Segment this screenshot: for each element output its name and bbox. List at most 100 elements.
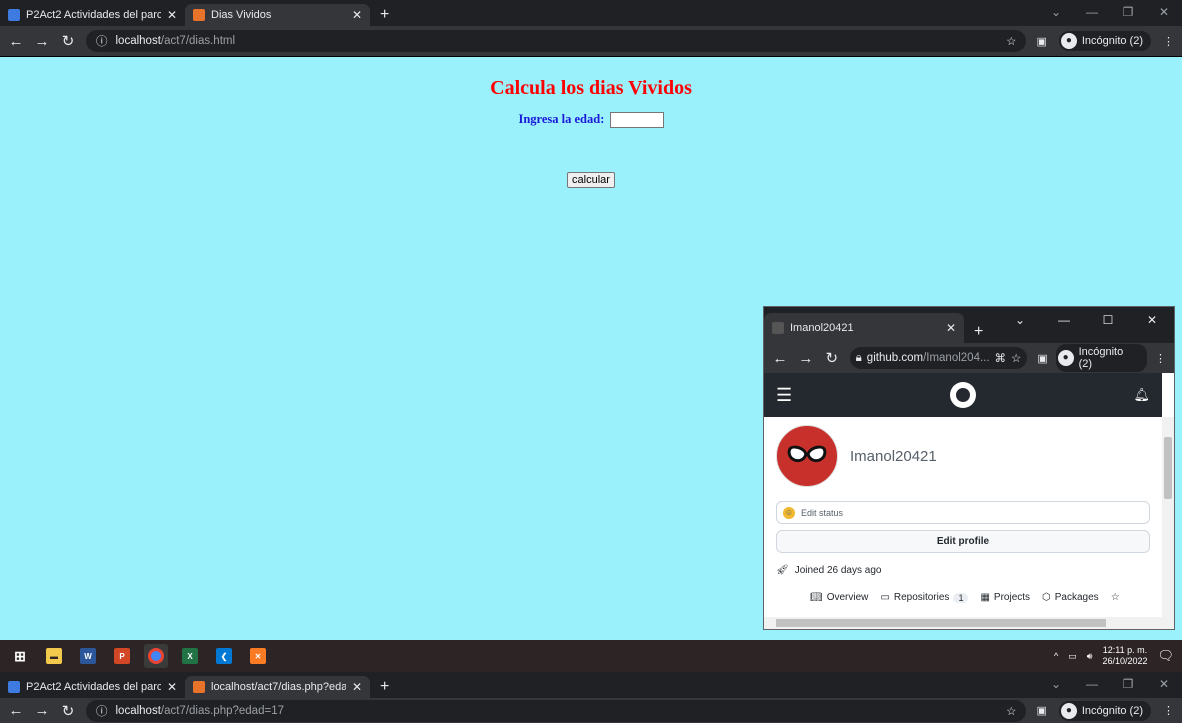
- forward-icon[interactable]: →: [34, 33, 50, 50]
- tab-overview[interactable]: 📖︎ Overview: [810, 592, 868, 603]
- close-tab-icon[interactable]: ✕: [352, 680, 362, 694]
- close-tab-icon[interactable]: ✕: [167, 8, 177, 22]
- reload-icon[interactable]: ↻: [824, 349, 840, 367]
- smiley-icon: ☺: [783, 506, 795, 519]
- translate-icon[interactable]: ⌘: [995, 351, 1007, 365]
- tab-title: Imanol20421: [790, 322, 854, 334]
- clock[interactable]: 12:11 p. m. 26/10/2022: [1102, 645, 1147, 667]
- tab-title: P2Act2 Actividades del parcial 7...: [26, 9, 161, 21]
- incognito-profile[interactable]: ● Incógnito (2): [1055, 344, 1148, 372]
- minimize-icon[interactable]: —: [1074, 0, 1110, 26]
- side-panel-icon[interactable]: ▣: [1036, 35, 1046, 48]
- incognito-icon: ●: [1057, 350, 1074, 366]
- close-tab-icon[interactable]: ✕: [946, 321, 956, 335]
- age-input[interactable]: [609, 112, 664, 129]
- maximize-icon[interactable]: ☐: [1086, 307, 1130, 333]
- popup-toolbar: ← → ↻ 🔒︎ github.com/Imanol204... ⌘ ☆ ▣ ●…: [764, 343, 1174, 373]
- menu-icon[interactable]: ⋮: [1163, 35, 1174, 48]
- tab-search-icon[interactable]: ⌄: [1038, 0, 1074, 26]
- minimize-icon[interactable]: —: [1074, 672, 1110, 698]
- close-tab-icon[interactable]: ✕: [167, 680, 177, 694]
- reload-icon[interactable]: ↻: [60, 32, 76, 50]
- forward-icon[interactable]: →: [34, 702, 50, 719]
- close-window-icon[interactable]: ✕: [1130, 307, 1174, 333]
- bookmark-star-icon[interactable]: ☆: [1011, 351, 1021, 365]
- chevron-up-icon[interactable]: ^: [1054, 651, 1058, 661]
- age-label: Ingresa la edad:: [518, 112, 605, 126]
- package-icon: ⬡: [1042, 592, 1051, 603]
- word-icon[interactable]: W: [76, 644, 100, 668]
- address-bar[interactable]: ⓘ localhost/act7/dias.php?edad=17 ☆: [86, 699, 1027, 722]
- github-popup-window: Imanol20421 ✕ + ⌄ — ☐ ✕ ← → ↻ 🔒︎ github.…: [763, 306, 1175, 630]
- url-path: /act7/dias.php?edad=17: [160, 704, 284, 717]
- close-window-icon[interactable]: ✕: [1146, 0, 1182, 26]
- back-icon[interactable]: ←: [8, 702, 24, 719]
- horizontal-scrollbar[interactable]: [764, 617, 1174, 629]
- main-toolbar: ← → ↻ ⓘ localhost/act7/dias.html ☆ ▣ ● In…: [0, 26, 1182, 56]
- tab-label: Projects: [993, 592, 1031, 603]
- new-tab-icon[interactable]: +: [370, 4, 399, 26]
- tab-projects[interactable]: ▦ Projects: [980, 592, 1030, 603]
- github-header: ☰ 🔔︎: [764, 373, 1162, 417]
- clock-time: 12:11 p. m.: [1102, 645, 1148, 655]
- classroom-favicon-icon: [8, 681, 20, 693]
- tab-packages[interactable]: ⬡ Packages: [1042, 592, 1099, 603]
- incognito-profile[interactable]: ● Incógnito (2): [1058, 31, 1151, 51]
- side-panel-icon[interactable]: ▣: [1037, 352, 1047, 365]
- powerpoint-icon[interactable]: P: [110, 644, 134, 668]
- vscode-icon[interactable]: ❮: [212, 644, 236, 668]
- calculate-button[interactable]: calcular: [567, 172, 615, 189]
- side-panel-icon[interactable]: ▣: [1036, 704, 1046, 717]
- notification-bell-icon[interactable]: 🔔︎: [1133, 387, 1150, 403]
- network-icon[interactable]: ▭: [1068, 651, 1077, 662]
- info-icon[interactable]: ⓘ: [96, 703, 108, 719]
- restore-icon[interactable]: ❐: [1110, 0, 1146, 26]
- bookmark-star-icon[interactable]: ☆: [1006, 704, 1016, 718]
- avatar[interactable]: [776, 425, 838, 487]
- tab-title: localhost/act7/dias.php?edad=1...: [211, 681, 346, 693]
- tab-p2act2[interactable]: P2Act2 Actividades del parcial 7... ✕: [0, 676, 185, 698]
- address-bar[interactable]: ⓘ localhost/act7/dias.html ☆: [86, 30, 1027, 52]
- edit-profile-button[interactable]: Edit profile: [776, 530, 1150, 553]
- close-tab-icon[interactable]: ✕: [352, 8, 362, 22]
- back-icon[interactable]: ←: [8, 33, 24, 50]
- info-icon[interactable]: ⓘ: [96, 33, 108, 49]
- chrome-icon[interactable]: [144, 644, 168, 668]
- joined-label: Joined 26 days ago: [794, 565, 882, 576]
- tab-dias-vividos[interactable]: Dias Vividos ✕: [185, 4, 370, 26]
- profile-username: Imanol20421: [850, 447, 937, 465]
- tab-search-icon[interactable]: ⌄: [998, 307, 1042, 333]
- tab-repositories[interactable]: ▭ Repositories 1: [880, 592, 969, 603]
- xampp-icon[interactable]: ✕: [246, 644, 270, 668]
- tab-github-profile[interactable]: Imanol20421 ✕: [764, 313, 964, 343]
- star-icon[interactable]: ☆: [1111, 592, 1120, 603]
- volume-icon[interactable]: 🔊︎: [1087, 651, 1093, 662]
- forward-icon[interactable]: →: [798, 350, 814, 367]
- address-bar[interactable]: 🔒︎ github.com/Imanol204... ⌘ ☆: [849, 347, 1028, 369]
- reload-icon[interactable]: ↻: [60, 702, 76, 720]
- restore-icon[interactable]: ❐: [1110, 672, 1146, 698]
- tab-dias-php[interactable]: localhost/act7/dias.php?edad=1... ✕: [185, 676, 370, 698]
- new-tab-icon[interactable]: +: [964, 321, 993, 343]
- repo-icon: ▭: [880, 592, 890, 603]
- close-window-icon[interactable]: ✕: [1146, 672, 1182, 698]
- minimize-icon[interactable]: —: [1042, 307, 1086, 333]
- tab-search-icon[interactable]: ⌄: [1038, 672, 1074, 698]
- tab-p2act2[interactable]: P2Act2 Actividades del parcial 7... ✕: [0, 4, 185, 26]
- vertical-scrollbar[interactable]: [1162, 417, 1174, 629]
- excel-icon[interactable]: X: [178, 644, 202, 668]
- menu-icon[interactable]: ⋮: [1163, 704, 1174, 717]
- bookmark-star-icon[interactable]: ☆: [1006, 34, 1016, 48]
- windows-start-icon[interactable]: ⊞: [8, 644, 32, 668]
- github-logo-icon[interactable]: [949, 382, 976, 408]
- file-explorer-icon[interactable]: ▬: [42, 644, 66, 668]
- new-tab-icon[interactable]: +: [370, 676, 399, 698]
- notifications-icon[interactable]: 🗨︎: [1157, 648, 1174, 664]
- tab-label: Packages: [1054, 592, 1099, 603]
- incognito-profile[interactable]: ● Incógnito (2): [1058, 700, 1151, 721]
- edit-status-button[interactable]: ☺ Edit status: [776, 501, 1150, 524]
- incognito-icon: ●: [1060, 33, 1077, 49]
- menu-icon[interactable]: ⋮: [1155, 352, 1166, 365]
- hamburger-menu-icon[interactable]: ☰: [776, 385, 792, 406]
- back-icon[interactable]: ←: [772, 350, 788, 367]
